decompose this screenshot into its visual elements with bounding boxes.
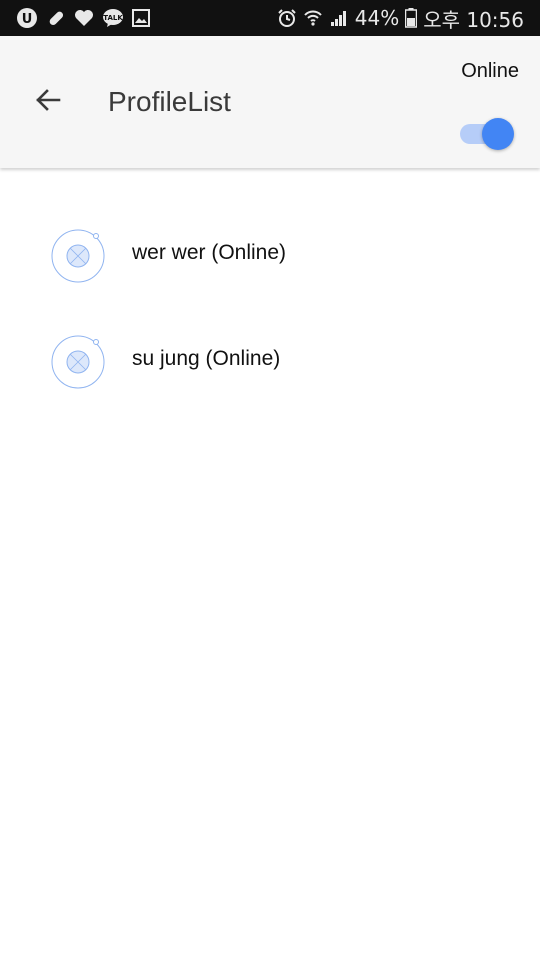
profile-name: su jung (Online) [132,347,281,370]
u-plus-icon: U [16,7,38,29]
pill-icon [46,8,66,28]
svg-text:TALK: TALK [103,14,123,22]
list-item[interactable]: su jung (Online) [0,306,540,412]
avatar-placeholder-icon [50,334,106,390]
status-bar: U TALK 44% 오후 10:56 [0,0,540,36]
clock: 오후 10:56 [423,7,524,32]
notification-icons: U TALK [16,0,150,36]
online-toggle[interactable] [458,118,516,150]
page-title: ProfileList [108,86,231,117]
app-bar: ProfileList Online [0,36,540,168]
toggle-thumb [482,118,514,150]
online-label: Online [461,60,519,82]
wifi-icon [303,8,323,28]
profile-list: wer wer (Online) su jung (Online) [0,200,540,412]
heart-icon [74,9,94,27]
profile-name: wer wer (Online) [132,241,287,264]
list-item[interactable]: wer wer (Online) [0,200,540,306]
talk-icon: TALK [102,8,124,28]
avatar-placeholder-icon [50,228,106,284]
alarm-icon [277,8,297,28]
signal-icon [329,8,349,28]
back-button[interactable] [24,80,72,124]
image-icon [132,9,150,27]
arrow-left-icon [34,86,62,119]
svg-text:U: U [22,12,33,27]
battery-percent: 44% [354,6,400,30]
battery-icon [405,8,418,28]
system-status: 44% 오후 10:56 [277,0,524,36]
